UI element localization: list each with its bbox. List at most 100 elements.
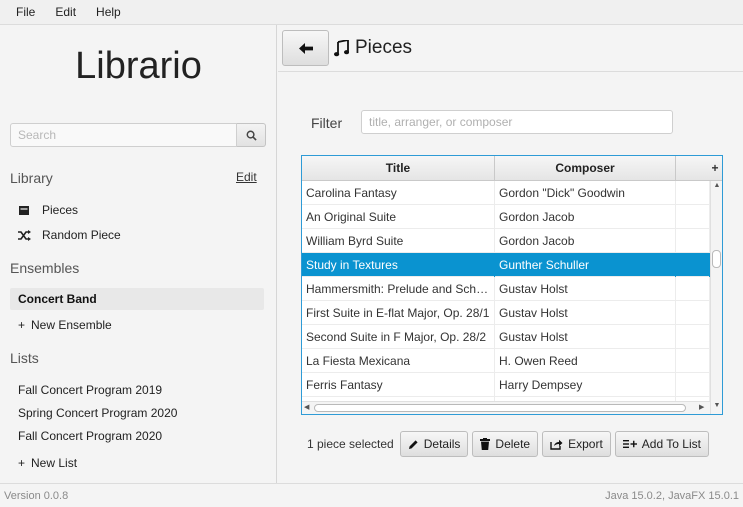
table-row[interactable]: Ferris Fantasy Harry Dempsey: [302, 373, 710, 397]
sidebar-item-label: Random Piece: [42, 228, 121, 242]
table-actions: 1 piece selected Details Delete Export A…: [301, 425, 723, 463]
composer-cell: Gordon "Dick" Goodwin: [495, 181, 676, 205]
composer-cell: Gunther Schuller: [495, 253, 676, 277]
selection-count: 1 piece selected: [307, 437, 394, 451]
back-button[interactable]: [282, 30, 329, 66]
arrow-left-icon: [298, 42, 313, 54]
add-column-button[interactable]: +: [708, 156, 722, 181]
details-label: Details: [423, 437, 461, 451]
extra-cell: [676, 253, 710, 277]
title-cell: La Fiesta Mexicana: [302, 349, 495, 373]
runtime-text: Java 15.0.2, JavaFX 15.0.1: [605, 490, 739, 502]
sidebar: Librario Library Edit Pieces Random Piec…: [0, 25, 277, 483]
plus-icon: +: [18, 456, 26, 470]
table-row[interactable]: Study in Textures Gunther Schuller: [302, 253, 710, 277]
details-button[interactable]: Details: [399, 431, 469, 457]
extra-cell: [676, 325, 710, 349]
table-row[interactable]: Carolina Fantasy Gordon "Dick" Goodwin: [302, 181, 710, 205]
menu-file[interactable]: File: [6, 5, 45, 19]
lists-heading: Lists: [10, 350, 39, 366]
sidebar-item-random-piece[interactable]: Random Piece: [16, 228, 121, 242]
extra-cell: [676, 181, 710, 205]
table-body: Carolina Fantasy Gordon "Dick" Goodwin An …: [302, 181, 710, 401]
scroll-down-icon[interactable]: ▼: [712, 402, 722, 409]
scroll-thumb[interactable]: [712, 250, 721, 268]
app-title: Librario: [75, 45, 202, 87]
scroll-up-icon[interactable]: ▲: [712, 182, 722, 189]
table-row[interactable]: Second Suite in F Major, Op. 28/2 Gustav …: [302, 325, 710, 349]
table-header: Title Composer +: [302, 156, 722, 181]
page-title-text: Pieces: [355, 37, 413, 58]
music-note-icon: [334, 39, 349, 57]
composer-cell: Gustav Holst: [495, 325, 676, 349]
table-row[interactable]: An Original Suite Gordon Jacob: [302, 205, 710, 229]
pieces-table: Title Composer + Carolina Fantasy Gordon …: [301, 155, 723, 415]
title-cell: Ferris Fantasy: [302, 373, 495, 397]
extra-cell: [676, 229, 710, 253]
column-header-title[interactable]: Title: [302, 156, 495, 181]
edit-library-link[interactable]: Edit: [236, 170, 257, 184]
new-ensemble-button[interactable]: + New Ensemble: [18, 318, 112, 332]
version-text: Version 0.0.8: [4, 490, 69, 502]
scroll-thumb[interactable]: [314, 404, 686, 412]
composer-cell: H. Owen Reed: [495, 349, 676, 373]
title-cell: Hammersmith: Prelude and Scherzo: [302, 277, 495, 301]
page-title: Pieces: [334, 37, 412, 59]
filter-label: Filter: [311, 115, 343, 131]
export-label: Export: [568, 437, 603, 451]
new-ensemble-label: New Ensemble: [31, 318, 112, 332]
extra-cell: [676, 205, 710, 229]
filter-input[interactable]: [361, 110, 673, 134]
page-header: Pieces: [278, 25, 743, 72]
library-heading: Library: [10, 170, 53, 186]
menu-help[interactable]: Help: [86, 5, 131, 19]
composer-cell: Gordon Jacob: [495, 229, 676, 253]
table-row[interactable]: William Byrd Suite Gordon Jacob: [302, 229, 710, 253]
title-cell: First Suite in E-flat Major, Op. 28/1: [302, 301, 495, 325]
sidebar-item-list[interactable]: Spring Concert Program 2020: [18, 406, 177, 420]
sidebar-item-pieces[interactable]: Pieces: [16, 203, 78, 217]
composer-cell: Gustav Holst: [495, 301, 676, 325]
new-list-button[interactable]: + New List: [18, 456, 77, 470]
add-to-list-label: Add To List: [641, 437, 701, 451]
extra-cell: [676, 301, 710, 325]
sidebar-item-list[interactable]: Fall Concert Program 2019: [18, 383, 162, 397]
table-row[interactable]: La Fiesta Mexicana H. Owen Reed: [302, 349, 710, 373]
horizontal-scrollbar[interactable]: ◀ ▶: [302, 401, 710, 414]
title-cell: Second Suite in F Major, Op. 28/2: [302, 325, 495, 349]
new-list-label: New List: [31, 456, 78, 470]
ensemble-label: Concert Band: [18, 292, 97, 306]
sidebar-item-list[interactable]: Fall Concert Program 2020: [18, 429, 162, 443]
table-row[interactable]: First Suite in E-flat Major, Op. 28/1 Gus…: [302, 301, 710, 325]
delete-button[interactable]: Delete: [472, 431, 539, 457]
scroll-right-icon[interactable]: ▶: [699, 403, 704, 411]
scroll-left-icon[interactable]: ◀: [304, 403, 309, 411]
share-icon: [550, 439, 563, 450]
composer-cell: Gustav Holst: [495, 277, 676, 301]
menu-bar: File Edit Help: [0, 0, 743, 25]
title-cell: Study in Textures: [302, 253, 495, 277]
column-header-composer[interactable]: Composer: [495, 156, 676, 181]
menu-edit[interactable]: Edit: [45, 5, 86, 19]
search-button[interactable]: [237, 123, 266, 147]
extra-cell: [676, 373, 710, 397]
extra-cell: [676, 277, 710, 301]
title-cell: An Original Suite: [302, 205, 495, 229]
sidebar-item-label: Pieces: [42, 203, 79, 217]
vertical-scrollbar[interactable]: ▲ ▼: [710, 181, 722, 414]
sidebar-item-concert-band[interactable]: Concert Band: [10, 288, 264, 310]
main-panel: Pieces Filter Title Composer + Carolina …: [278, 25, 743, 483]
plus-icon: +: [18, 318, 26, 332]
title-cell: Carolina Fantasy: [302, 181, 495, 205]
inbox-icon: [16, 205, 32, 216]
composer-cell: Gordon Jacob: [495, 205, 676, 229]
table-row[interactable]: Hammersmith: Prelude and Scherzo Gustav H…: [302, 277, 710, 301]
pencil-icon: [408, 439, 419, 450]
shuffle-icon: [16, 229, 32, 241]
search-input[interactable]: [10, 123, 237, 147]
delete-label: Delete: [495, 437, 531, 451]
title-cell: William Byrd Suite: [302, 229, 495, 253]
export-button[interactable]: Export: [542, 431, 611, 457]
extra-cell: [676, 349, 710, 373]
add-to-list-button[interactable]: Add To List: [614, 431, 709, 457]
